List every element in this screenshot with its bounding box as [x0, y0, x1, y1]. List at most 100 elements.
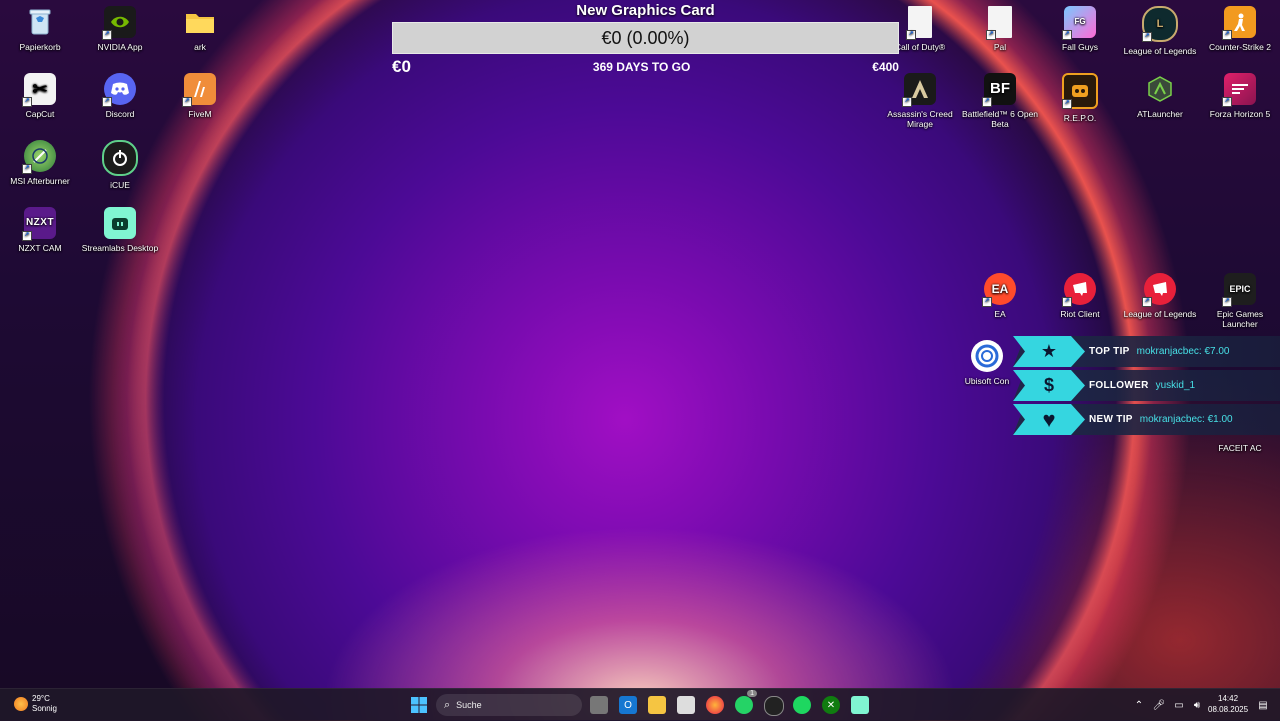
- shortcut-arrow-icon: ↗: [22, 231, 32, 241]
- chevron-up-icon[interactable]: ⌃: [1130, 696, 1148, 714]
- desktop-icon-epic-games[interactable]: EPIC ↗ Epic Games Launcher: [1200, 269, 1280, 335]
- shortcut-arrow-icon: ↗: [102, 97, 112, 107]
- search-placeholder: Suche: [456, 700, 482, 710]
- system-clock[interactable]: 14:42 08.08.2025: [1208, 693, 1248, 715]
- desktop-icon-label: NVIDIA App: [97, 42, 143, 52]
- goal-progress-text: €0 (0.00%): [601, 28, 690, 48]
- counter-strike-icon: ↗: [1222, 6, 1256, 40]
- msi-afterburner-icon: ↗: [22, 140, 56, 174]
- capcut-icon: ✂ ↗: [22, 73, 56, 107]
- desktop-icon-fivem[interactable]: ↗ FiveM: [160, 69, 240, 135]
- desktop-icon-msi-afterburner[interactable]: ↗ MSI Afterburner: [0, 136, 80, 202]
- desktop-icon-battlefield-6[interactable]: BF ↗ Battlefield™ 6 Open Beta: [960, 69, 1040, 135]
- desktop-icon-label: Discord: [105, 109, 135, 119]
- spotify-icon[interactable]: [793, 696, 811, 714]
- desktop-icon-label: NZXT CAM: [18, 243, 62, 253]
- desktop-icon-ea[interactable]: EA ↗ EA: [960, 269, 1040, 335]
- streamlabs-taskbar-icon[interactable]: [851, 696, 869, 714]
- file-explorer-icon[interactable]: [648, 696, 666, 714]
- desktop-icon-label: Counter-Strike 2: [1209, 42, 1271, 52]
- desktop-icon-capcut[interactable]: ✂ ↗ CapCut: [0, 69, 80, 135]
- whatsapp-icon[interactable]: 1: [735, 690, 757, 714]
- desktop-icon-league-of-legends[interactable]: L ↗ League of Legends: [1120, 2, 1200, 68]
- windows-icon: [411, 697, 427, 713]
- shortcut-arrow-icon: ↗: [986, 30, 996, 40]
- streamlabs-icon: [104, 207, 136, 239]
- desktop-icon-label: Pal: [993, 42, 1007, 52]
- shortcut-arrow-icon: ↗: [182, 97, 192, 107]
- desktop-icon-fall-guys[interactable]: FG ↗ Fall Guys: [1040, 2, 1120, 68]
- epic-games-icon: EPIC ↗: [1222, 273, 1256, 307]
- weather-desc: Sonnig: [32, 704, 57, 713]
- notification-badge: 1: [747, 690, 757, 697]
- desktop-icon-pal[interactable]: ↗ Pal: [960, 2, 1040, 68]
- desktop-icon-label: Epic Games Launcher: [1216, 309, 1264, 329]
- desktop-icon-ubisoft-connect[interactable]: Ubisoft Con: [960, 336, 1014, 402]
- desktop-icon-label: Assassin's Creed Mirage: [887, 109, 953, 129]
- ea-icon: EA ↗: [982, 273, 1016, 307]
- desktop-icon-league-of-legends-riot[interactable]: ↗ League of Legends: [1120, 269, 1200, 335]
- task-view-icon[interactable]: [590, 696, 608, 714]
- microsoft-store-icon[interactable]: [677, 696, 695, 714]
- battlefield-icon: BF ↗: [982, 73, 1016, 107]
- notification-icon[interactable]: ▤: [1254, 696, 1272, 714]
- desktop-icon-label: ATLauncher: [1137, 109, 1183, 119]
- shortcut-arrow-icon: ↗: [22, 97, 32, 107]
- shortcut-arrow-icon: ↗: [982, 97, 992, 107]
- volume-icon[interactable]: 🔊︎: [1188, 696, 1206, 714]
- atlauncher-icon: [1144, 73, 1176, 105]
- desktop-icon-riot-client[interactable]: ↗ Riot Client: [1040, 269, 1120, 335]
- desktop-icon-recycle-bin[interactable]: Papierkorb: [0, 2, 80, 68]
- desktop-icon-label: iCUE: [110, 180, 130, 190]
- desktop-icon-label: Battlefield™ 6 Open Beta: [961, 109, 1039, 129]
- xbox-icon[interactable]: ✕: [822, 696, 840, 714]
- alert-label: FOLLOWER: [1089, 380, 1149, 391]
- desktop-icon-nvidia-app[interactable]: ↗ NVIDIA App: [80, 2, 160, 68]
- desktop-icon-label: League of Legends: [1123, 309, 1197, 319]
- discord-icon: ↗: [102, 73, 136, 107]
- desktop-icon-label: Streamlabs Desktop: [81, 243, 159, 253]
- outlook-icon[interactable]: O: [619, 696, 637, 714]
- donation-goal-widget: New Graphics Card €0 (0.00%) €0 369 DAYS…: [392, 0, 899, 77]
- alert-label: TOP TIP: [1089, 346, 1130, 357]
- file-icon: ↗: [986, 6, 1012, 40]
- desktop-icon-label: Fall Guys: [1062, 42, 1098, 52]
- firefox-icon[interactable]: [706, 696, 724, 714]
- league-of-legends-icon: L ↗: [1142, 6, 1178, 42]
- clock-date: 08.08.2025: [1208, 705, 1249, 714]
- desktop-icon-streamlabs[interactable]: Streamlabs Desktop: [80, 203, 160, 269]
- taskbar: 29°C Sonnig ⌕ Suche O 1 ✕ ⌃ 🎤︎ ▭ 🔊︎ 14:4…: [0, 688, 1280, 721]
- shortcut-arrow-icon: ↗: [1062, 297, 1072, 307]
- taskbar-search[interactable]: ⌕ Suche: [436, 694, 582, 716]
- desktop-icon-ark-folder[interactable]: ark: [160, 2, 240, 68]
- desktop-icon-label: League of Legends: [1123, 46, 1197, 56]
- search-icon: ⌕: [444, 698, 451, 711]
- shortcut-arrow-icon: ↗: [102, 30, 112, 40]
- goal-max-label: €400: [872, 60, 899, 74]
- desktop-icon-label: Forza Horizon 5: [1209, 109, 1271, 119]
- desktop-icon-counter-strike-2[interactable]: ↗ Counter-Strike 2: [1200, 2, 1280, 68]
- desktop-icon-assassins-creed-mirage[interactable]: ↗ Assassin's Creed Mirage: [880, 69, 960, 135]
- forza-horizon-icon: ↗: [1222, 73, 1256, 107]
- goal-title: New Graphics Card: [576, 2, 715, 19]
- ubisoft-icon: [971, 340, 1003, 372]
- desktop-icon-discord[interactable]: ↗ Discord: [80, 69, 160, 135]
- icue-icon: [102, 140, 138, 176]
- desktop-icon-atlauncher[interactable]: ATLauncher: [1120, 69, 1200, 135]
- shortcut-arrow-icon: ↗: [1222, 97, 1232, 107]
- clock-time: 14:42: [1218, 694, 1239, 703]
- desktop-icon-label: Ubisoft Con: [964, 376, 1010, 386]
- network-icon[interactable]: ▭: [1170, 696, 1188, 714]
- desktop-icon-repo[interactable]: ↗ R.E.P.O.: [1040, 69, 1120, 135]
- weather-widget[interactable]: 29°C Sonnig: [14, 694, 57, 714]
- goal-min-label: €0: [392, 57, 411, 76]
- start-button[interactable]: [410, 696, 428, 714]
- microphone-icon[interactable]: 🎤︎: [1150, 696, 1168, 714]
- riot-client-icon: ↗: [1062, 273, 1096, 307]
- shortcut-arrow-icon: ↗: [1142, 32, 1152, 42]
- app-icon[interactable]: [764, 696, 784, 716]
- desktop-icon-icue[interactable]: iCUE: [80, 136, 160, 202]
- sun-icon: [14, 697, 28, 711]
- desktop-icon-forza-horizon-5[interactable]: ↗ Forza Horizon 5: [1200, 69, 1280, 135]
- desktop-icon-nzxt-cam[interactable]: NZXT ↗ NZXT CAM: [0, 203, 80, 269]
